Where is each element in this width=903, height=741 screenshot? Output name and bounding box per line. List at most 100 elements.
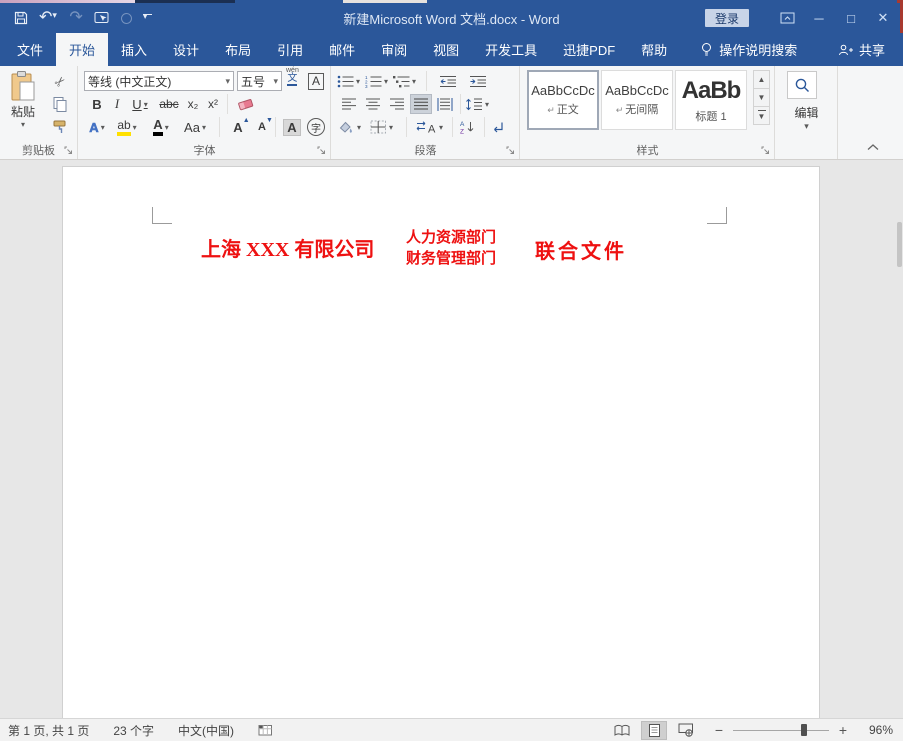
- tab-help[interactable]: 帮助: [628, 33, 680, 66]
- borders-button[interactable]: [370, 117, 393, 137]
- decrease-indent-button[interactable]: [439, 71, 457, 91]
- asian-layout-icon: A: [416, 120, 437, 134]
- print-layout-button[interactable]: [641, 721, 667, 740]
- doc-department-line[interactable]: 财务管理部门: [406, 248, 496, 269]
- tab-view[interactable]: 视图: [420, 33, 472, 66]
- ribbon-display-options-button[interactable]: [771, 3, 803, 33]
- italic-button[interactable]: I: [110, 94, 124, 114]
- tab-references[interactable]: 引用: [264, 33, 316, 66]
- tab-home[interactable]: 开始: [56, 33, 108, 66]
- zoom-out-button[interactable]: −: [713, 722, 725, 738]
- minimize-button[interactable]: ─: [803, 3, 835, 33]
- save-button[interactable]: [14, 11, 28, 25]
- vertical-scrollbar-thumb[interactable]: [897, 222, 902, 267]
- tab-developer[interactable]: 开发工具: [472, 33, 550, 66]
- zoom-slider-thumb[interactable]: [801, 724, 807, 736]
- phonetic-guide-button[interactable]: wén 文: [286, 66, 299, 86]
- cut-button[interactable]: ✂: [48, 72, 72, 92]
- copy-button[interactable]: [48, 94, 72, 114]
- strikethrough-button[interactable]: abc: [157, 94, 181, 114]
- show-hide-marks-button[interactable]: [490, 117, 505, 137]
- underline-button[interactable]: U: [128, 94, 152, 114]
- increase-indent-button[interactable]: [469, 71, 487, 91]
- font-group-label: 字体: [79, 142, 330, 158]
- tab-layout[interactable]: 布局: [212, 33, 264, 66]
- font-size-combo[interactable]: 五号: [237, 71, 282, 91]
- paste-button[interactable]: 粘贴 ▾: [5, 70, 41, 146]
- undo-button[interactable]: ↶: [39, 10, 58, 26]
- character-border-button[interactable]: A: [308, 71, 324, 91]
- tab-pdf[interactable]: 迅捷PDF: [550, 33, 628, 66]
- font-color-button[interactable]: A: [148, 117, 174, 137]
- clear-formatting-button[interactable]: [234, 94, 258, 114]
- superscript-button[interactable]: x²: [204, 94, 222, 114]
- change-case-button[interactable]: Aa: [180, 117, 210, 137]
- align-right-button[interactable]: [386, 94, 408, 114]
- touch-mode-button[interactable]: [94, 11, 110, 25]
- justify-button[interactable]: [410, 94, 432, 114]
- tab-insert[interactable]: 插入: [108, 33, 160, 66]
- language-indicator[interactable]: 中文(中国): [178, 722, 234, 739]
- tab-mailings[interactable]: 邮件: [316, 33, 368, 66]
- redo-button[interactable]: ↷: [69, 10, 82, 26]
- customize-qat-button[interactable]: [143, 14, 152, 22]
- align-left-button[interactable]: [338, 94, 360, 114]
- line-spacing-button[interactable]: [465, 94, 489, 114]
- sign-in-button[interactable]: 登录: [705, 9, 749, 27]
- highlight-color-button[interactable]: ab: [112, 117, 142, 137]
- align-center-button[interactable]: [362, 94, 384, 114]
- maximize-button[interactable]: □: [835, 3, 867, 33]
- sort-button[interactable]: A Z: [459, 117, 475, 137]
- doc-joint-title-text[interactable]: 联合文件: [535, 235, 627, 264]
- document-page[interactable]: 上海 XXX 有限公司 人力资源部门 财务管理部门 联合文件: [62, 166, 820, 718]
- find-button[interactable]: [787, 71, 817, 99]
- clipboard-dialog-launcher[interactable]: [64, 146, 74, 156]
- font-name-combo[interactable]: 等线 (中文正文): [84, 71, 234, 91]
- page-indicator[interactable]: 第 1 页, 共 1 页: [8, 722, 89, 739]
- tell-me-search[interactable]: 操作说明搜索: [690, 33, 807, 66]
- macro-record-button[interactable]: [258, 724, 273, 737]
- distribute-icon: [437, 98, 453, 111]
- word-count[interactable]: 23 个字: [113, 722, 154, 739]
- web-layout-button[interactable]: [673, 721, 699, 740]
- text-effects-button[interactable]: A: [84, 117, 110, 137]
- distribute-button[interactable]: [434, 94, 456, 114]
- tab-file[interactable]: 文件: [4, 33, 56, 66]
- share-button[interactable]: 共享: [838, 33, 903, 66]
- qat-circle-icon[interactable]: [121, 13, 132, 24]
- tab-review[interactable]: 审阅: [368, 33, 420, 66]
- font-name-value: 等线 (中文正文): [88, 73, 222, 90]
- doc-company-text[interactable]: 上海 XXX 有限公司: [201, 233, 374, 262]
- paragraph-dialog-launcher[interactable]: [506, 146, 516, 156]
- shrink-font-button[interactable]: A▼: [252, 117, 272, 137]
- read-mode-button[interactable]: [609, 721, 635, 740]
- grow-font-button[interactable]: A▲: [227, 117, 249, 137]
- collapse-ribbon-button[interactable]: [867, 144, 879, 151]
- asian-layout-button[interactable]: A: [416, 117, 443, 137]
- tab-design[interactable]: 设计: [160, 33, 212, 66]
- multilevel-list-button[interactable]: [393, 71, 416, 91]
- styles-scroll-down-button[interactable]: ▼: [753, 88, 770, 107]
- format-painter-button[interactable]: [48, 117, 72, 137]
- bold-button[interactable]: B: [88, 94, 106, 114]
- style-card-no-spacing[interactable]: AaBbCcDc ↵无间隔: [601, 70, 673, 130]
- bullet-list-button[interactable]: [337, 71, 360, 91]
- doc-departments-text[interactable]: 人力资源部门 财务管理部门: [406, 227, 496, 269]
- styles-dialog-launcher[interactable]: [761, 146, 771, 156]
- subscript-button[interactable]: x₂: [184, 94, 202, 114]
- style-card-heading1[interactable]: AaBb 标题 1: [675, 70, 747, 130]
- zoom-in-button[interactable]: +: [837, 722, 849, 738]
- character-shading-button[interactable]: A: [280, 117, 304, 137]
- numbered-list-button[interactable]: 123: [365, 71, 388, 91]
- styles-more-button[interactable]: ▼: [753, 106, 770, 125]
- zoom-slider[interactable]: [733, 723, 829, 737]
- font-dialog-launcher[interactable]: [317, 146, 327, 156]
- close-button[interactable]: ✕: [867, 3, 899, 33]
- styles-scroll-up-button[interactable]: ▲: [753, 70, 770, 89]
- doc-department-line[interactable]: 人力资源部门: [406, 227, 496, 248]
- chevron-down-icon[interactable]: ▾: [776, 121, 837, 132]
- style-card-normal[interactable]: AaBbCcDc ↵正文: [527, 70, 599, 130]
- zoom-percentage[interactable]: 96%: [849, 723, 893, 737]
- shading-button[interactable]: [337, 117, 361, 137]
- enclose-characters-button[interactable]: 字: [305, 117, 327, 137]
